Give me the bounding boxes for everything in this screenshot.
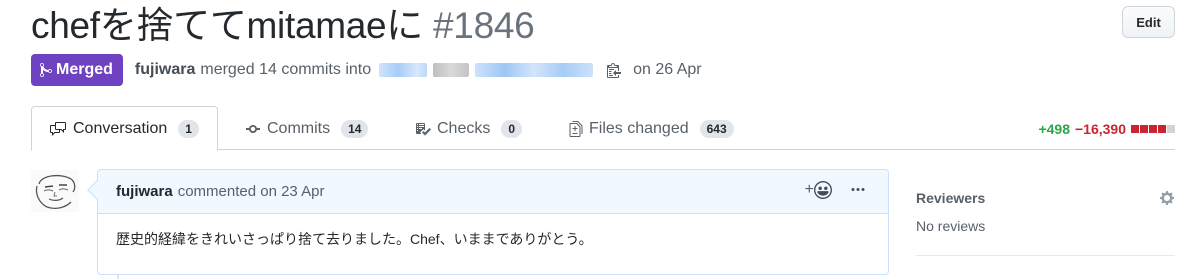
comment-box: fujiwara commented on 23 Apr + 歴史的経緯をきれい… [87,169,889,275]
pr-tabs: Conversation 1 Commits 14 Checks 0 Files… [31,106,1175,151]
tab-files-changed-count: 643 [699,119,734,138]
avatar[interactable] [31,170,79,212]
git-commit-icon [246,124,260,133]
tab-checks[interactable]: Checks 0 [415,106,523,151]
diffstat: +498 −16,390 [1038,121,1175,137]
diffstat-deletions: −16,390 [1075,121,1126,137]
diffstat-box [1140,125,1148,133]
add-reaction-plus: + [804,181,814,198]
redacted-branch-name[interactable] [475,63,594,77]
kebab-horizontal-icon [851,188,865,191]
tab-files-changed-label: Files changed [589,119,689,137]
tab-conversation-count: 1 [178,119,199,138]
tab-checks-label: Checks [437,119,491,137]
pr-title: chefを捨ててmitamaeに #1846 [31,4,535,48]
diffstat-box [1149,125,1157,133]
reviewers-header: Reviewers [916,180,1175,216]
diffstat-box [1131,125,1139,133]
state-label: Merged [56,61,113,78]
reviewers-empty: No reviews [916,218,986,234]
smiley-icon [814,181,832,199]
comment-timestamp[interactable]: commented on 23 Apr [178,183,325,200]
gear-icon[interactable] [1159,190,1175,206]
copy-icon[interactable] [607,62,622,78]
comment-pointer [87,180,107,200]
state-badge: Merged [31,54,123,86]
sidebar-divider [916,255,1175,256]
tab-commits-label: Commits [267,119,331,137]
tab-commits[interactable]: Commits 14 [245,106,369,151]
edit-button[interactable]: Edit [1122,6,1175,38]
comment-discussion-icon [50,121,66,136]
diffstat-box [1158,125,1166,133]
tab-conversation-label: Conversation [73,119,168,137]
tab-files-changed[interactable]: Files changed 643 [569,106,734,151]
merge-date: on 26 Apr [633,61,702,78]
comment-options-button[interactable] [850,182,866,198]
comment-author-link[interactable]: fujiwara [116,183,173,200]
pr-meta: Merged fujiwara merged 14 commits into o… [31,54,702,86]
pr-number: #1846 [433,5,535,46]
comment-body: 歴史的経緯をきれいさっぱり捨て去りました。Chef、いままでありがとう。 [116,231,593,247]
tab-commits-count: 14 [341,119,369,138]
pr-author-link[interactable]: fujiwara [135,61,195,79]
pr-title-text: chefを捨ててmitamaeに [31,5,424,46]
add-reaction-button[interactable]: + [805,181,832,199]
merge-message: merged 14 commits into [200,61,372,78]
tab-checks-count: 0 [501,119,523,138]
timeline-line [117,275,119,279]
diffstat-box [1167,125,1175,133]
redacted-branch-owner [379,63,428,77]
checklist-icon [416,122,431,135]
git-merge-icon [40,62,52,78]
reviewers-title: Reviewers [916,190,986,206]
sidebar-reviewers: Reviewers No reviews [916,180,1175,234]
redacted-branch-separator [433,63,470,77]
diffstat-additions: +498 [1038,121,1070,137]
comment-header: fujiwara commented on 23 Apr + [87,170,888,214]
comment-actions: + [805,181,866,199]
file-diff-icon [569,120,583,137]
tab-conversation[interactable]: Conversation 1 [31,106,218,151]
